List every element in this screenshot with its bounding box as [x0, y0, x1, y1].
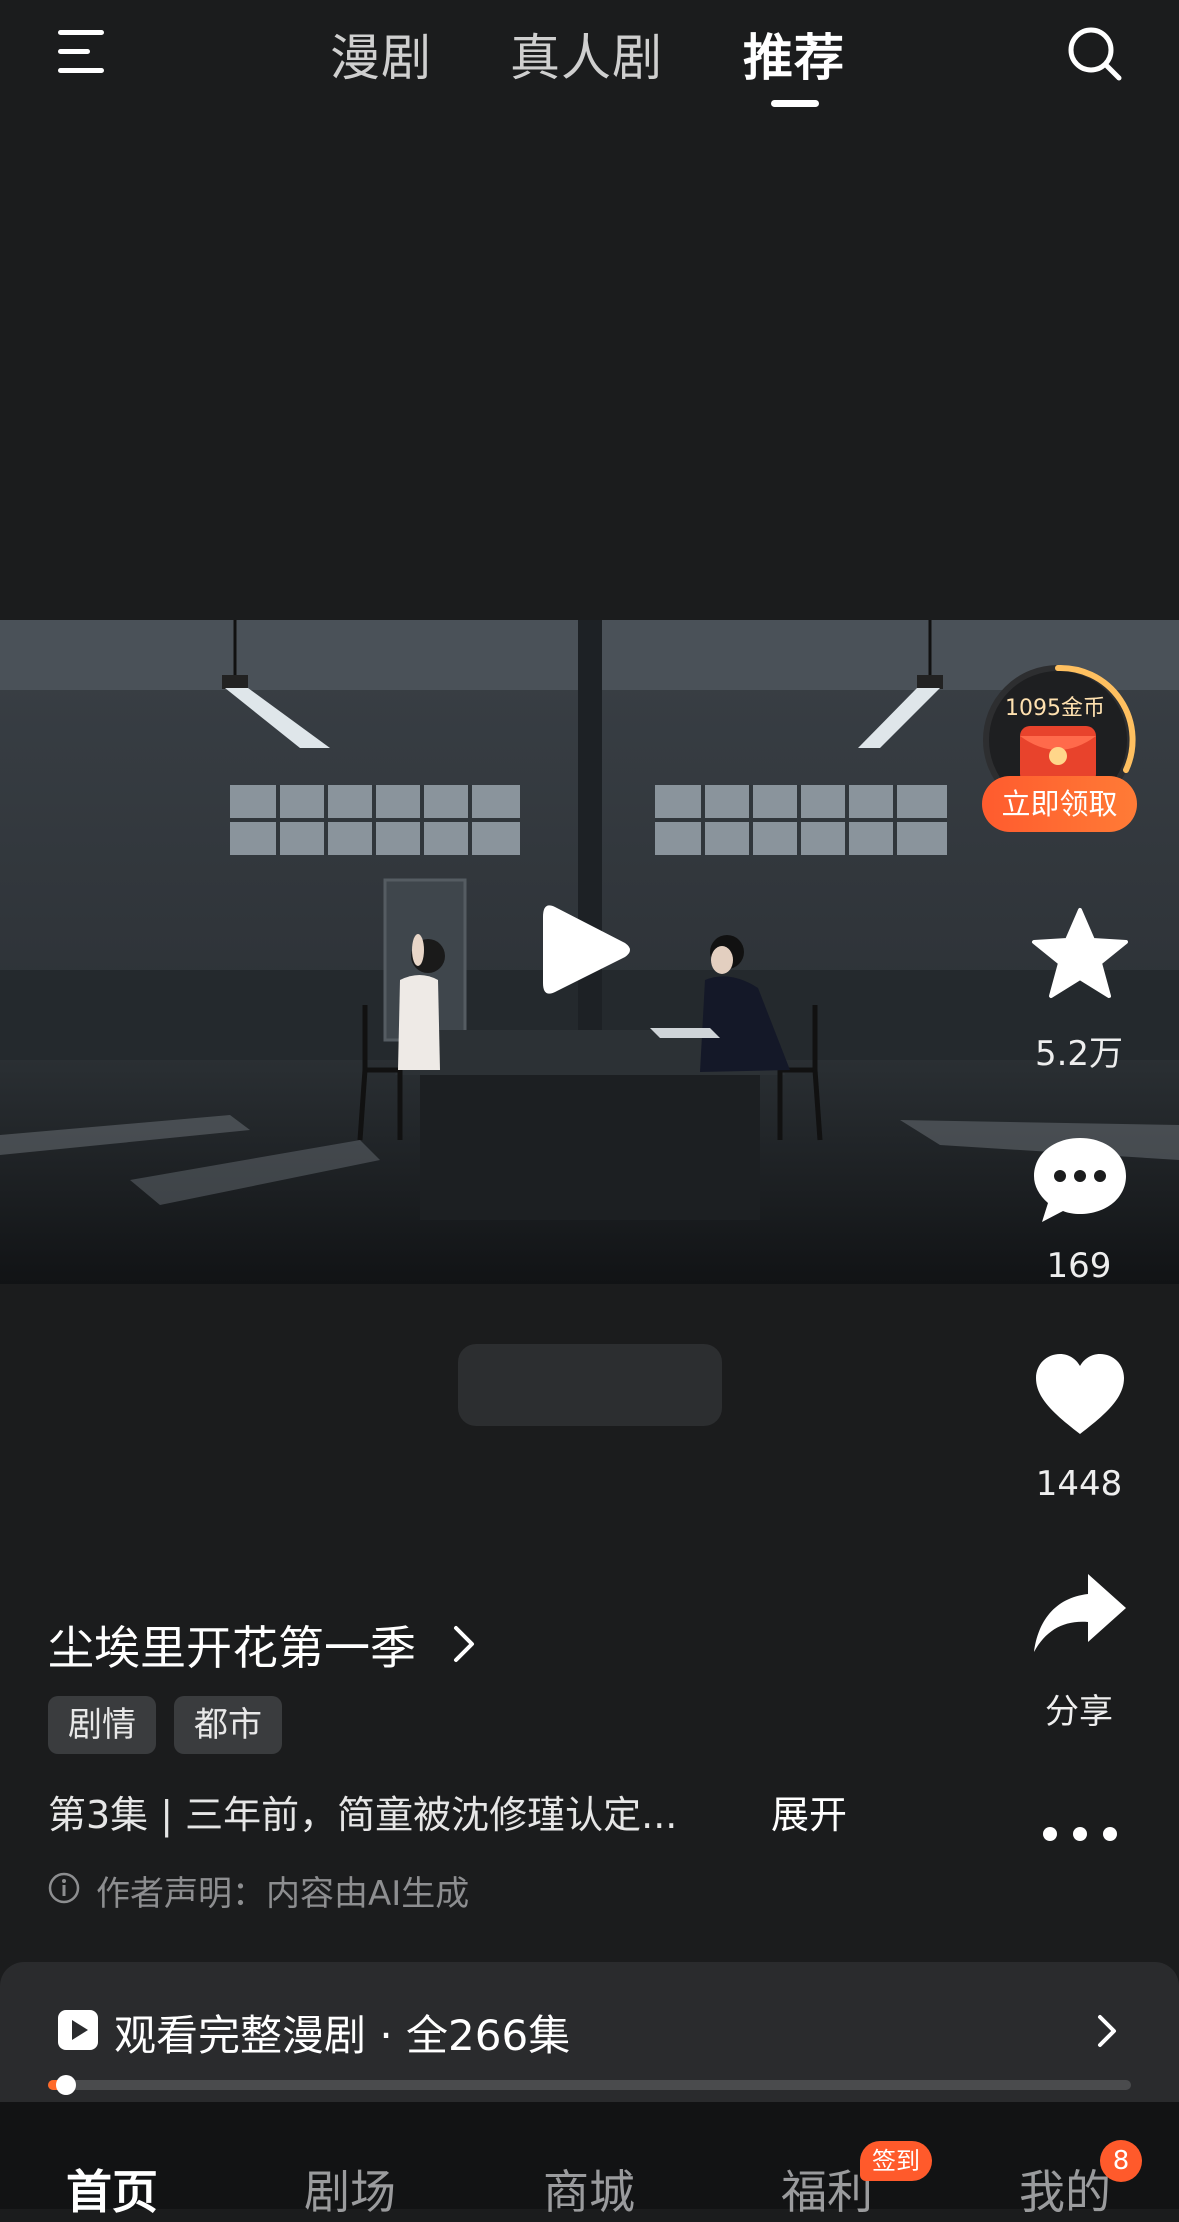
tab-active-indicator [771, 100, 819, 107]
expand-link[interactable]: 展开 [771, 1784, 847, 1839]
ai-notice: 作者声明：内容由AI生成 [96, 1874, 470, 1914]
tab-live-action[interactable]: 真人剧 [510, 18, 663, 90]
nav-home[interactable]: 首页 [66, 2156, 158, 2222]
menu-icon[interactable] [58, 30, 108, 74]
checkin-badge: 签到 [860, 2141, 932, 2181]
notification-badge: 8 [1100, 2140, 1142, 2182]
more-icon[interactable] [1040, 1824, 1120, 1844]
info-icon [48, 1872, 80, 1904]
tag[interactable]: 剧情 [48, 1696, 156, 1754]
coin-amount: 1095金币 [1005, 696, 1105, 721]
search-icon[interactable] [1065, 24, 1125, 84]
share-icon[interactable] [1032, 1570, 1128, 1656]
share-label: 分享 [1045, 1692, 1113, 1732]
chevron-right-icon[interactable] [452, 1624, 476, 1664]
caption-pill [458, 1344, 722, 1426]
progress-track[interactable] [48, 2080, 1131, 2090]
watch-full-label[interactable]: 观看完整漫剧 · 全266集 [114, 2002, 570, 2063]
tab-comic-drama[interactable]: 漫剧 [330, 18, 432, 90]
star-icon[interactable] [1030, 906, 1130, 1002]
drama-title[interactable]: 尘埃里开花第一季 [48, 1612, 416, 1678]
episode-description: 第3集 | 三年前，简童被沈修瑾认定... [48, 1793, 678, 1837]
tab-recommend[interactable]: 推荐 [743, 18, 845, 90]
tag[interactable]: 都市 [174, 1696, 282, 1754]
chevron-right-icon[interactable] [1097, 2014, 1117, 2048]
favorite-count: 5.2万 [1034, 1034, 1124, 1074]
comment-count: 169 [1046, 1246, 1112, 1286]
progress-knob[interactable] [56, 2075, 76, 2095]
nav-theater[interactable]: 剧场 [304, 2156, 396, 2222]
nav-mine[interactable]: 我的 [1019, 2156, 1111, 2222]
play-icon[interactable] [535, 895, 635, 1005]
comment-icon[interactable] [1032, 1134, 1128, 1226]
like-count: 1448 [1035, 1464, 1123, 1504]
claim-reward-button[interactable]: 立即领取 [982, 776, 1137, 832]
heart-icon[interactable] [1034, 1352, 1126, 1438]
play-square-icon [58, 2010, 98, 2050]
nav-mall[interactable]: 商城 [543, 2156, 635, 2222]
